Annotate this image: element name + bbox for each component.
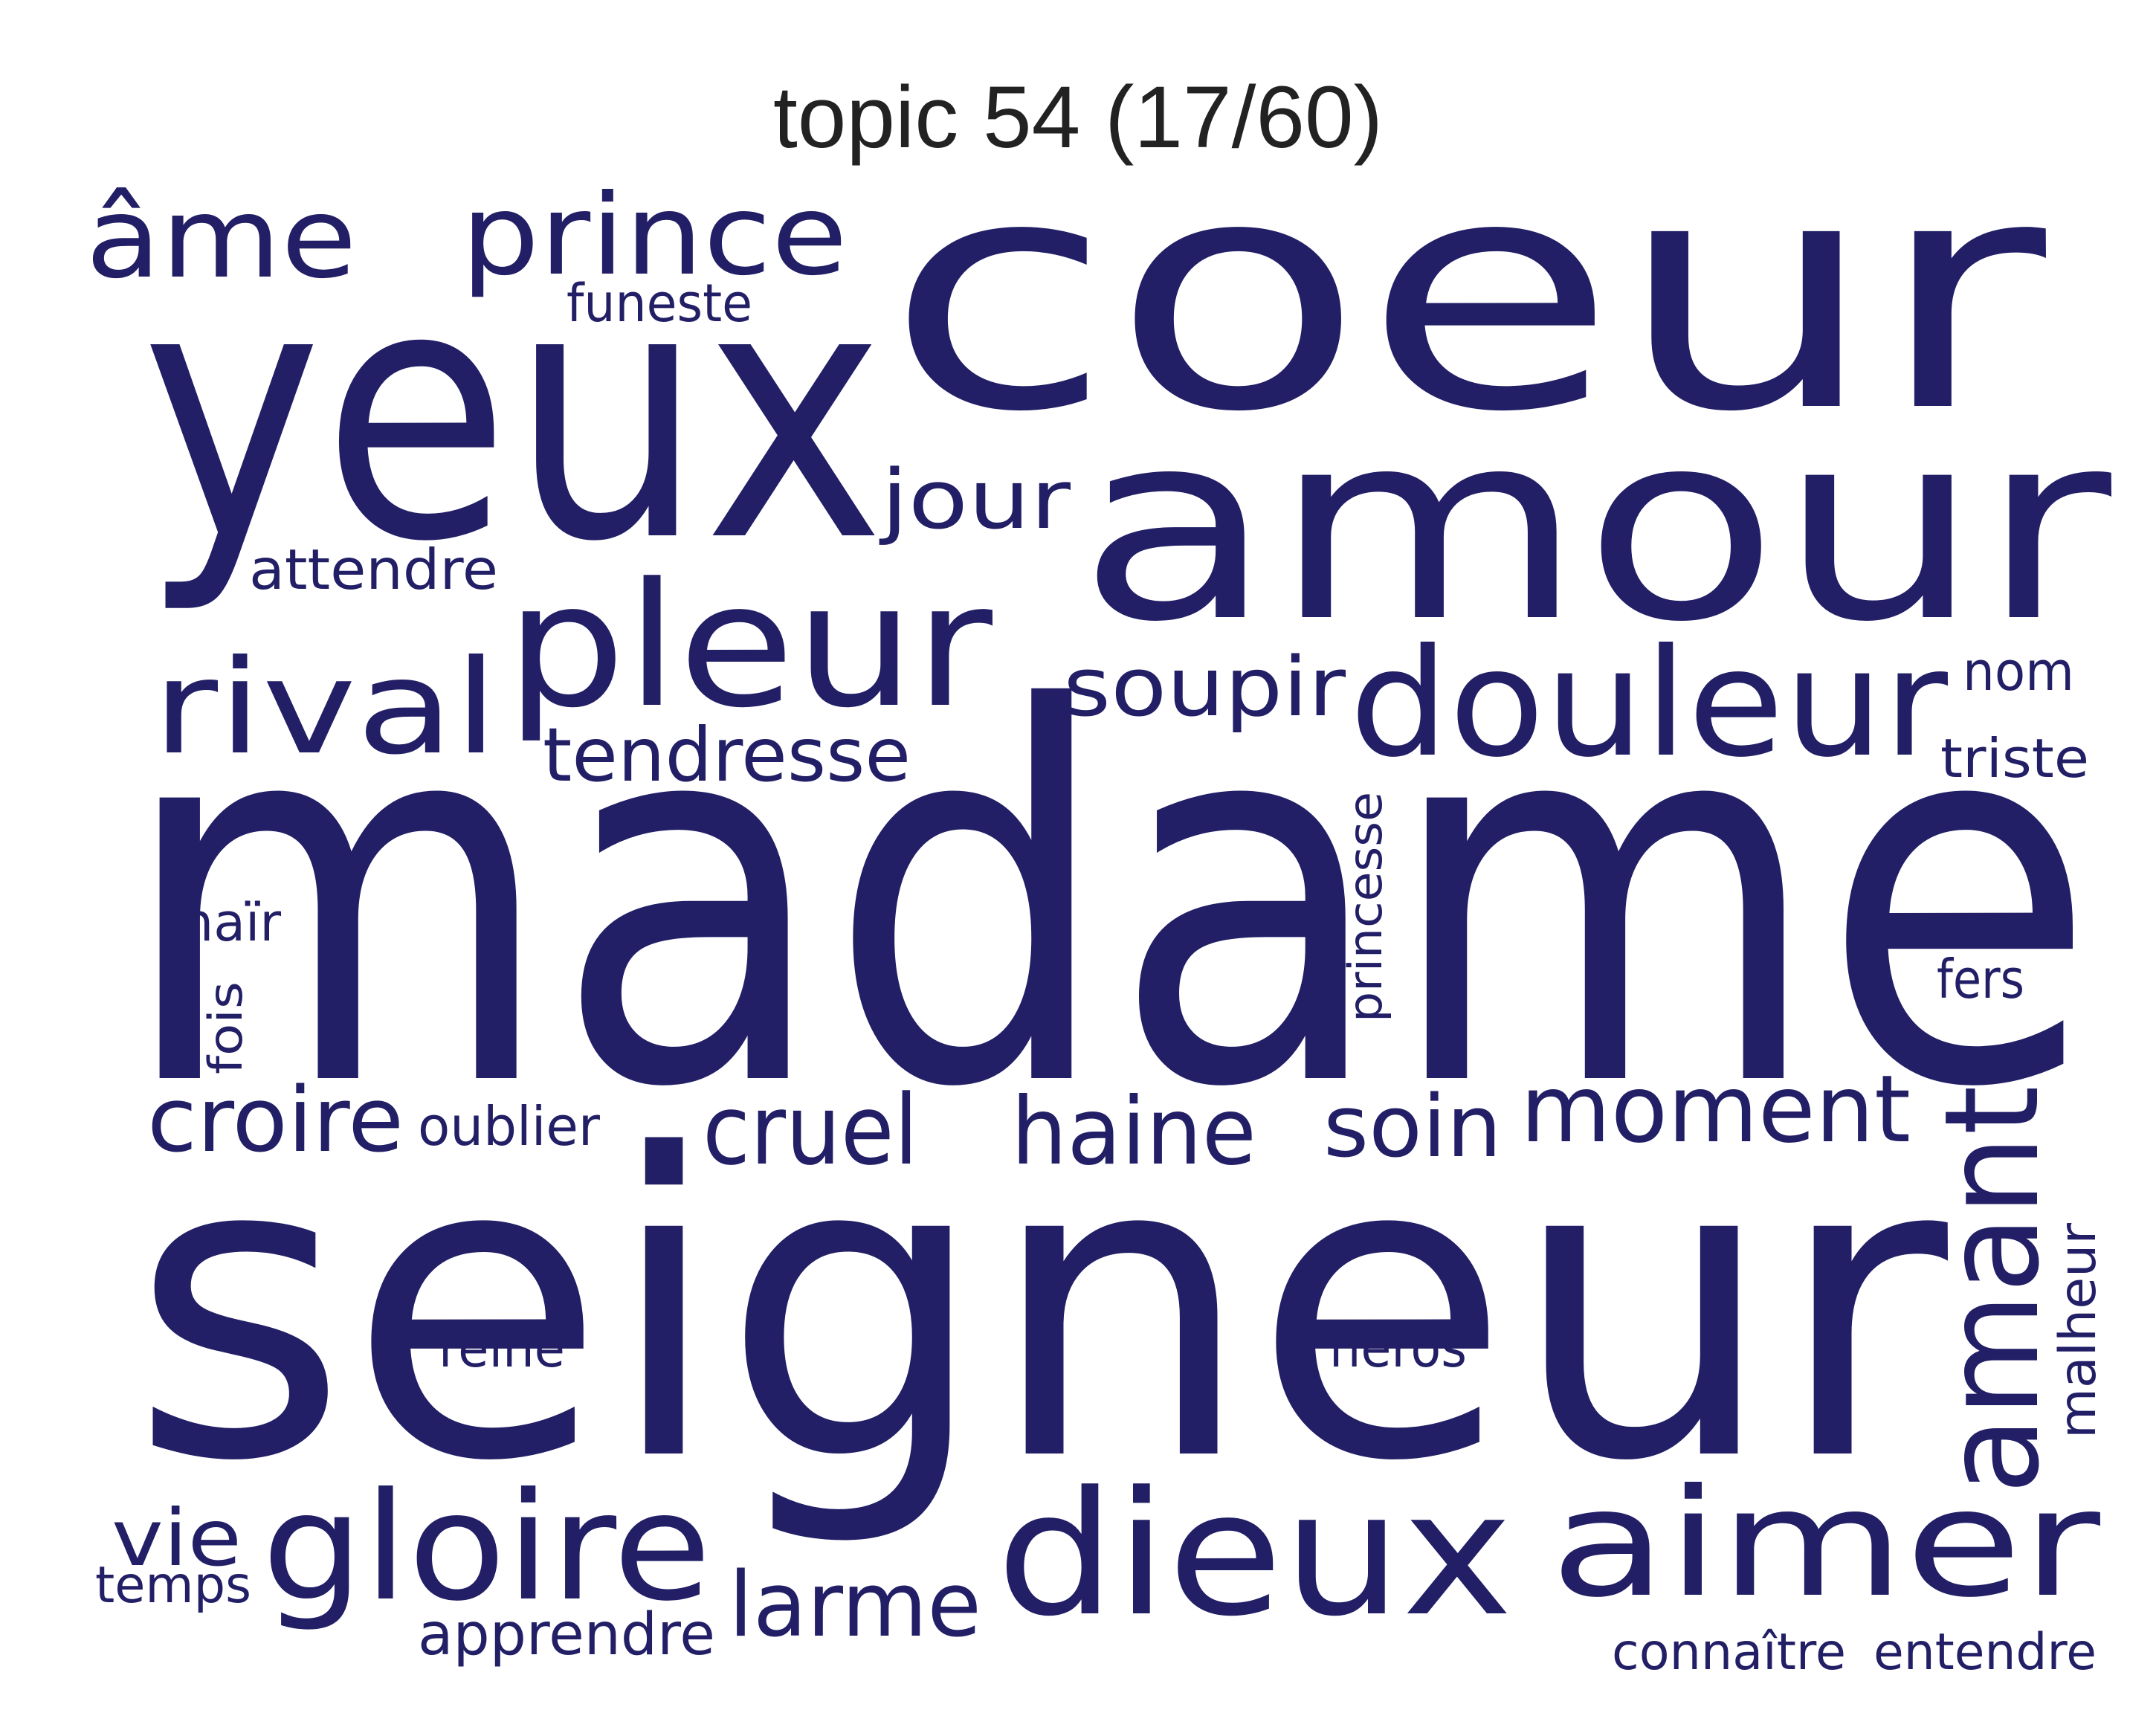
word-haine: haine <box>1011 1078 1256 1186</box>
word-fers: fers <box>1937 948 2024 1010</box>
word-oublier: oublier <box>418 1095 600 1158</box>
word-princesse: princesse <box>1338 792 1392 1022</box>
word-funeste: funeste <box>567 273 752 334</box>
word-malheur: malheur <box>2049 1223 2108 1439</box>
word-cloud-image: topic 54 (17/60) coeur amour yeux madame… <box>0 0 2156 1710</box>
word-moment: moment <box>1520 1056 1911 1164</box>
word-croire: croire <box>147 1069 404 1172</box>
word-douleur: douleur <box>1349 617 1949 790</box>
word-ame: âme <box>85 174 357 303</box>
word-cruel: cruel <box>703 1074 918 1187</box>
word-soupir: soupir <box>1063 639 1346 735</box>
word-aimer: aimer <box>1550 1457 2101 1630</box>
word-rival: rival <box>152 633 498 784</box>
word-amant: amant <box>1917 1085 2068 1494</box>
word-heros: héros <box>1329 1317 1467 1379</box>
word-fois: fois <box>199 981 253 1074</box>
word-hair: haïr <box>181 892 281 953</box>
word-larme: larme <box>729 1554 981 1657</box>
word-temps: temps <box>95 1556 251 1615</box>
word-attendre: attendre <box>249 537 498 602</box>
word-connaitre: connaître <box>1612 1623 1846 1682</box>
word-entendre: entendre <box>1873 1623 2097 1682</box>
word-cloud: coeur amour yeux madame seigneur âme pri… <box>85 110 2115 1682</box>
word-apprendre: apprendre <box>418 1601 715 1668</box>
word-reine: reine <box>439 1318 565 1379</box>
word-triste: triste <box>1940 727 2089 790</box>
word-tendresse: tendresse <box>543 712 911 798</box>
word-soin: soin <box>1323 1077 1502 1177</box>
word-jour: jour <box>879 452 1071 547</box>
word-dieux: dieux <box>996 1456 1513 1654</box>
word-nom: nom <box>1963 640 2074 703</box>
